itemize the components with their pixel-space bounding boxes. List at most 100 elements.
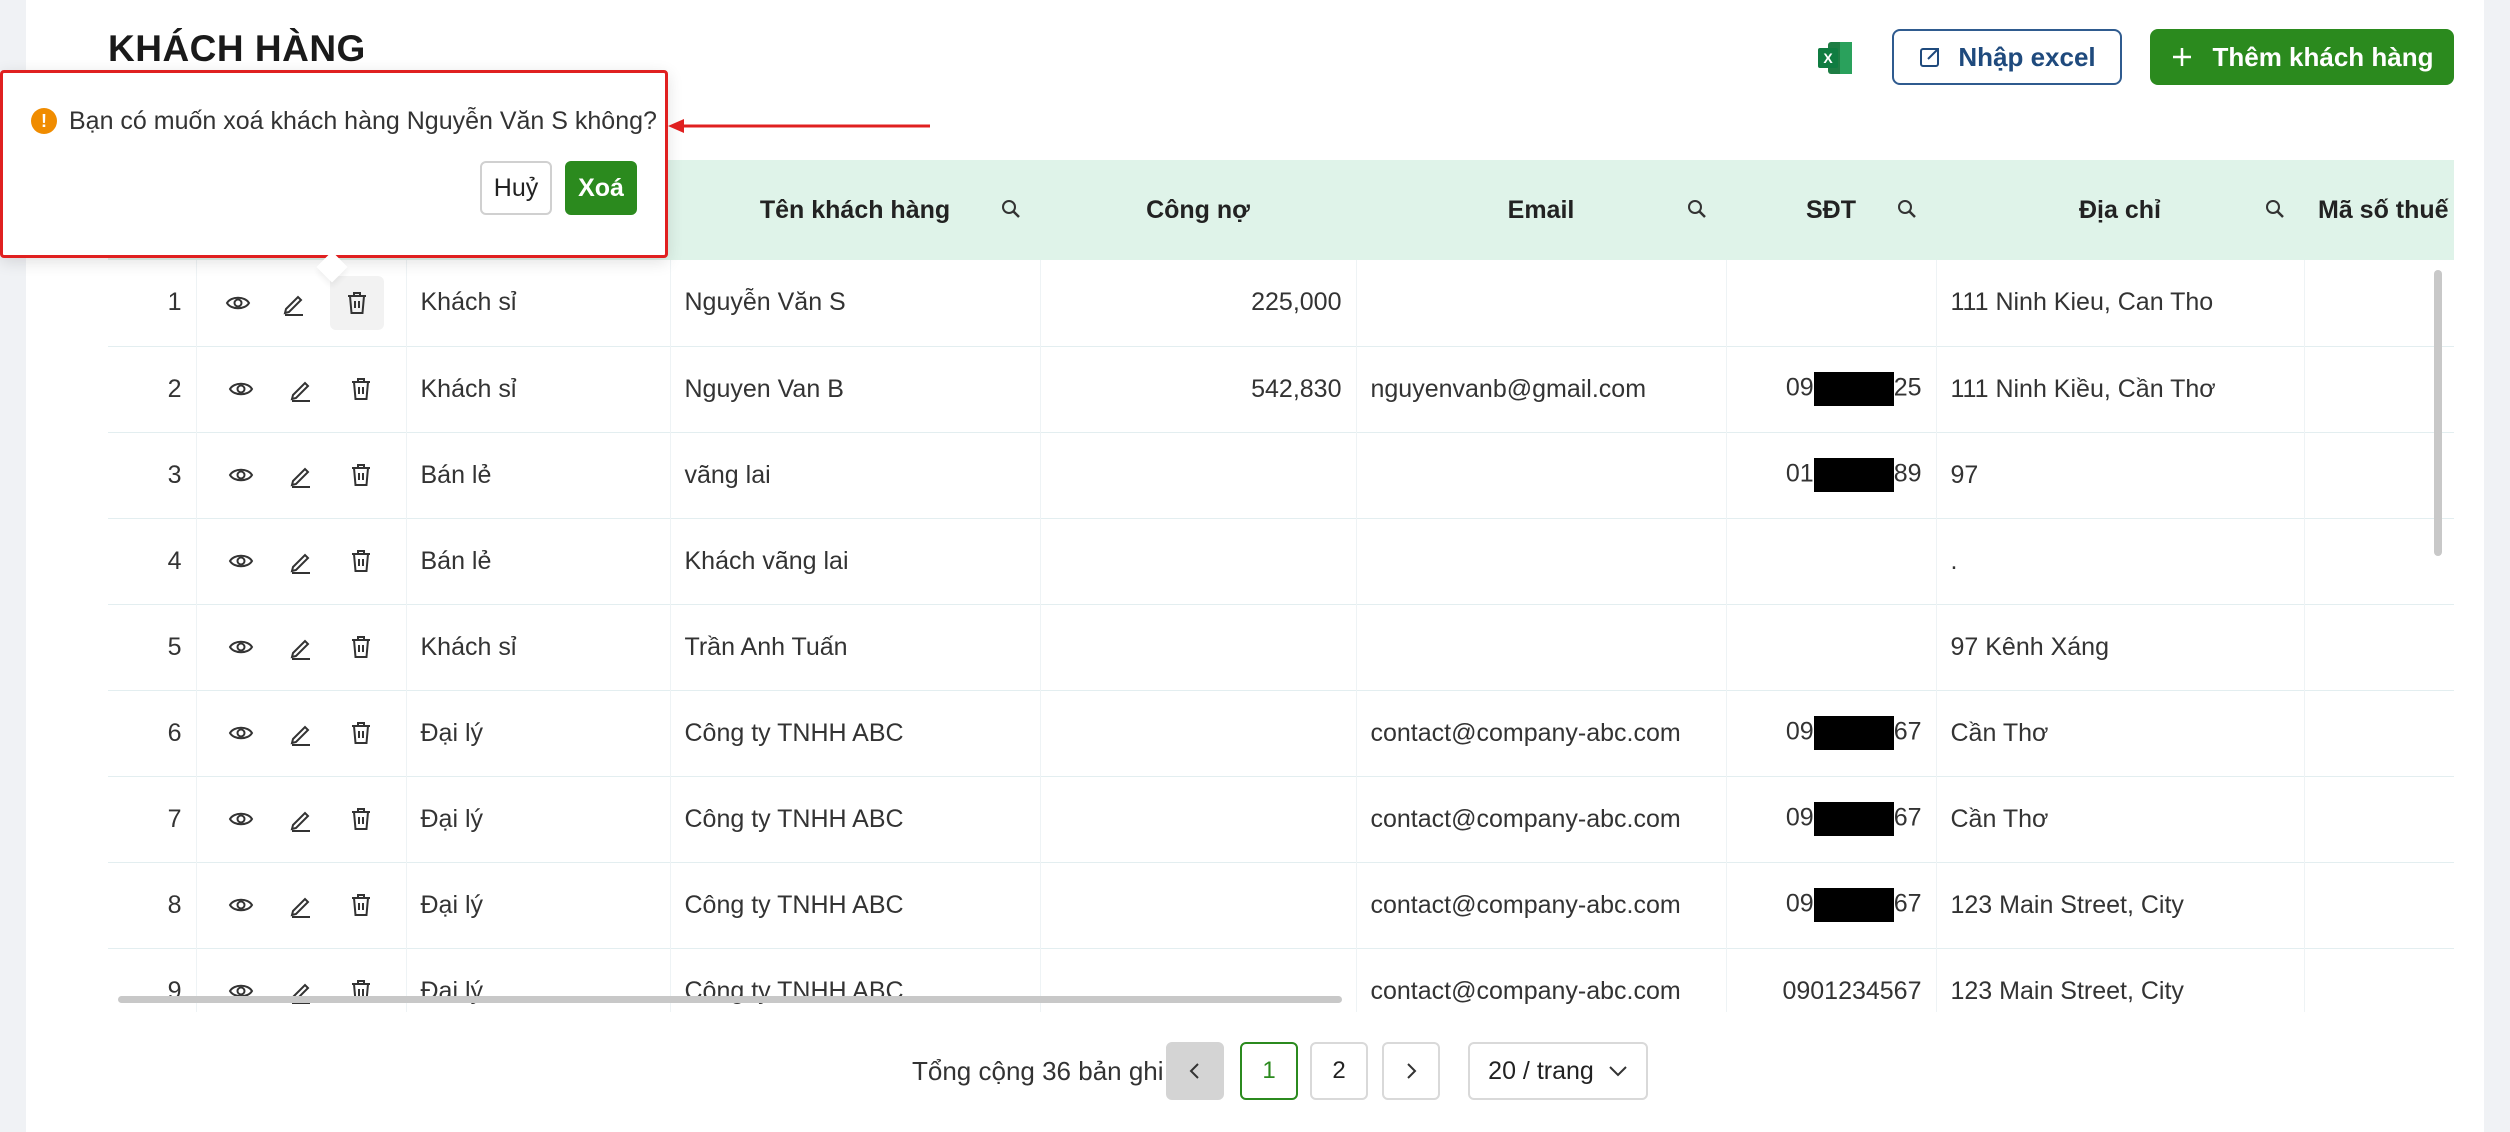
edit-icon[interactable]	[281, 541, 321, 581]
horizontal-scrollbar[interactable]	[118, 996, 1342, 1003]
edit-icon[interactable]	[281, 799, 321, 839]
customer-tax-code: 01234	[2304, 862, 2454, 948]
search-icon[interactable]	[1686, 198, 1708, 220]
view-icon[interactable]	[221, 627, 261, 667]
customer-email	[1356, 432, 1727, 518]
page-2-button[interactable]: 2	[1310, 1042, 1368, 1100]
phone-prefix: 09	[1785, 717, 1814, 746]
table-row: 7 Đại lý Công ty TNHH ABC contact@company-a…	[108, 776, 2454, 862]
col-header-address-label: Địa chỉ	[2079, 195, 2161, 224]
customer-address: .	[1936, 518, 2305, 604]
phone-suffix: 25	[1893, 373, 1922, 402]
customer-email	[1356, 604, 1727, 690]
delete-icon[interactable]	[341, 369, 381, 409]
vertical-scrollbar[interactable]	[2434, 270, 2442, 556]
page-1-button[interactable]: 1	[1240, 1042, 1298, 1100]
customer-phone: 09 67	[1726, 776, 1937, 862]
customer-address: 123 Main Street, City	[1936, 948, 2305, 1012]
customer-phone: 09 25	[1726, 346, 1937, 432]
edit-icon[interactable]	[274, 283, 314, 323]
excel-export-icon[interactable]: X	[1816, 40, 1854, 76]
customer-email: contact@company-abc.com	[1356, 690, 1727, 776]
customer-name: Khách vãng lai	[670, 518, 1041, 604]
delete-icon[interactable]	[341, 455, 381, 495]
edit-icon[interactable]	[281, 713, 321, 753]
phone-redaction	[1813, 372, 1894, 406]
view-icon[interactable]	[221, 713, 261, 753]
page-size-select[interactable]: 20 / trang	[1468, 1042, 1648, 1100]
edit-icon[interactable]	[281, 627, 321, 667]
customer-phone: 09 67	[1726, 690, 1937, 776]
customer-email	[1356, 518, 1727, 604]
table-row: 3 Bán lẻ vãng lai 01 89 97	[108, 432, 2454, 518]
delete-icon[interactable]	[341, 627, 381, 667]
customer-debt	[1040, 690, 1357, 776]
customer-tax-code: 01234	[2304, 776, 2454, 862]
customer-name: Công ty TNHH ABC	[670, 776, 1041, 862]
customer-type: Đại lý	[406, 862, 671, 948]
svg-text:X: X	[1823, 50, 1833, 66]
edit-icon[interactable]	[281, 971, 321, 1011]
edit-icon[interactable]	[281, 369, 321, 409]
prev-page-button[interactable]	[1166, 1042, 1224, 1100]
customer-address: Cần Thơ	[1936, 776, 2305, 862]
customer-debt	[1040, 518, 1357, 604]
customer-email: contact@company-abc.com	[1356, 776, 1727, 862]
delete-icon[interactable]	[341, 971, 381, 1011]
customer-debt: 542,830	[1040, 346, 1357, 432]
phone-prefix: 0901234567	[1782, 976, 1922, 1005]
view-icon[interactable]	[221, 971, 261, 1011]
table-row: 8 Đại lý Công ty TNHH ABC contact@company-a…	[108, 862, 2454, 948]
confirm-delete-button[interactable]: Xoá	[565, 161, 637, 215]
cancel-button[interactable]: Huỷ	[480, 161, 552, 215]
view-icon[interactable]	[221, 369, 261, 409]
add-customer-label: Thêm khách hàng	[2212, 41, 2434, 72]
row-actions	[196, 690, 407, 776]
view-icon[interactable]	[221, 541, 261, 581]
customer-tax-code	[2304, 346, 2454, 432]
view-icon[interactable]	[221, 455, 261, 495]
row-index: 3	[108, 432, 197, 518]
col-header-name-label: Tên khách hàng	[759, 195, 951, 224]
add-customer-button[interactable]: Thêm khách hàng	[2150, 29, 2454, 85]
phone-redaction	[1813, 458, 1894, 492]
customer-phone: 01 89	[1726, 432, 1937, 518]
customer-type: Bán lẻ	[406, 432, 671, 518]
next-page-button[interactable]	[1382, 1042, 1440, 1100]
row-actions	[196, 518, 407, 604]
customer-address: 97 Kênh Xáng	[1936, 604, 2305, 690]
row-actions	[196, 862, 407, 948]
view-icon[interactable]	[221, 799, 261, 839]
view-icon[interactable]	[221, 885, 261, 925]
edit-icon[interactable]	[281, 455, 321, 495]
delete-icon[interactable]	[341, 541, 381, 581]
col-header-phone-label: SĐT	[1806, 195, 1856, 224]
customer-phone	[1726, 260, 1937, 346]
row-index: 5	[108, 604, 197, 690]
customer-debt	[1040, 862, 1357, 948]
import-excel-button[interactable]: Nhập excel	[1892, 29, 2122, 85]
delete-icon[interactable]	[329, 275, 384, 330]
annotation-arrow	[668, 119, 930, 133]
delete-icon[interactable]	[341, 713, 381, 753]
view-icon[interactable]	[218, 283, 258, 323]
delete-icon[interactable]	[341, 799, 381, 839]
customer-type: Đại lý	[406, 776, 671, 862]
phone-suffix: 67	[1893, 803, 1922, 832]
phone-redaction	[1813, 802, 1894, 836]
customer-tax-code: 01234	[2304, 948, 2454, 1012]
chevron-left-icon	[1189, 1063, 1199, 1079]
col-header-phone: SĐT	[1726, 160, 1936, 260]
customer-address: 123 Main Street, City	[1936, 862, 2305, 948]
search-icon[interactable]	[1896, 198, 1918, 220]
search-icon[interactable]	[2264, 198, 2286, 220]
col-header-email-label: Email	[1507, 195, 1575, 224]
col-header-name: Tên khách hàng	[670, 160, 1040, 260]
chevron-right-icon	[1407, 1063, 1417, 1079]
search-icon[interactable]	[1000, 198, 1022, 220]
row-index: 8	[108, 862, 197, 948]
table-row: 1 Khách sỉ Nguyễn Văn S 225,000 111 Ninh Kie…	[108, 260, 2454, 346]
row-actions	[196, 432, 407, 518]
delete-icon[interactable]	[341, 885, 381, 925]
edit-icon[interactable]	[281, 885, 321, 925]
